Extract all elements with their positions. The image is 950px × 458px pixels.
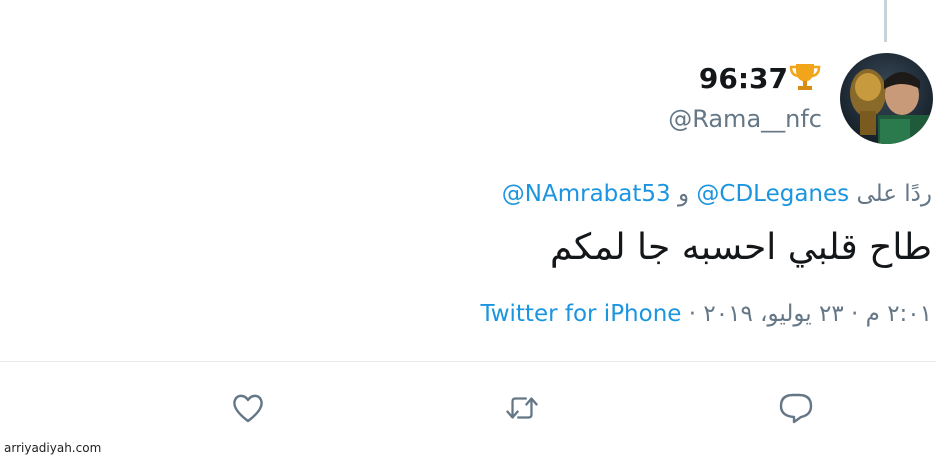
tweet-header: 96:37 @Rama__nfc (668, 60, 822, 136)
reply-icon (779, 393, 813, 424)
thread-connector-line (884, 0, 887, 42)
divider (0, 361, 936, 362)
heart-icon (233, 394, 263, 423)
reply-mention-cdleganes[interactable]: @CDLeganes (696, 181, 849, 207)
display-name-row[interactable]: 96:37 (668, 60, 822, 102)
display-name[interactable]: 96:37 (699, 62, 788, 95)
tweet-text: طاح قلبي احسبه جا لمكم (549, 227, 932, 268)
avatar[interactable] (840, 53, 933, 144)
reply-mention-namrabat53[interactable]: @NAmrabat53 (502, 181, 671, 207)
tweet-meta: ٢:٠١ م · ٢٣ يوليو، ٢٠١٩ · Twitter for iP… (480, 297, 932, 331)
watermark: arriyadiyah.com (4, 441, 102, 455)
trophy-icon (788, 62, 822, 102)
retweet-icon (505, 397, 539, 419)
user-handle[interactable]: @Rama__nfc (668, 102, 822, 136)
tweet-timestamp[interactable]: ٢:٠١ م · ٢٣ يوليو، ٢٠١٩ · (689, 301, 932, 327)
tweet-source-link[interactable]: Twitter for iPhone (480, 301, 681, 327)
reply-context: ردًا على @CDLeganes و @NAmrabat53 (502, 178, 932, 210)
reply-prefix: ردًا على (856, 181, 932, 207)
reply-connector: و (677, 181, 690, 207)
reply-button[interactable] (778, 390, 814, 426)
avatar-image (840, 53, 933, 144)
retweet-button[interactable] (504, 390, 540, 426)
like-button[interactable] (230, 390, 266, 426)
